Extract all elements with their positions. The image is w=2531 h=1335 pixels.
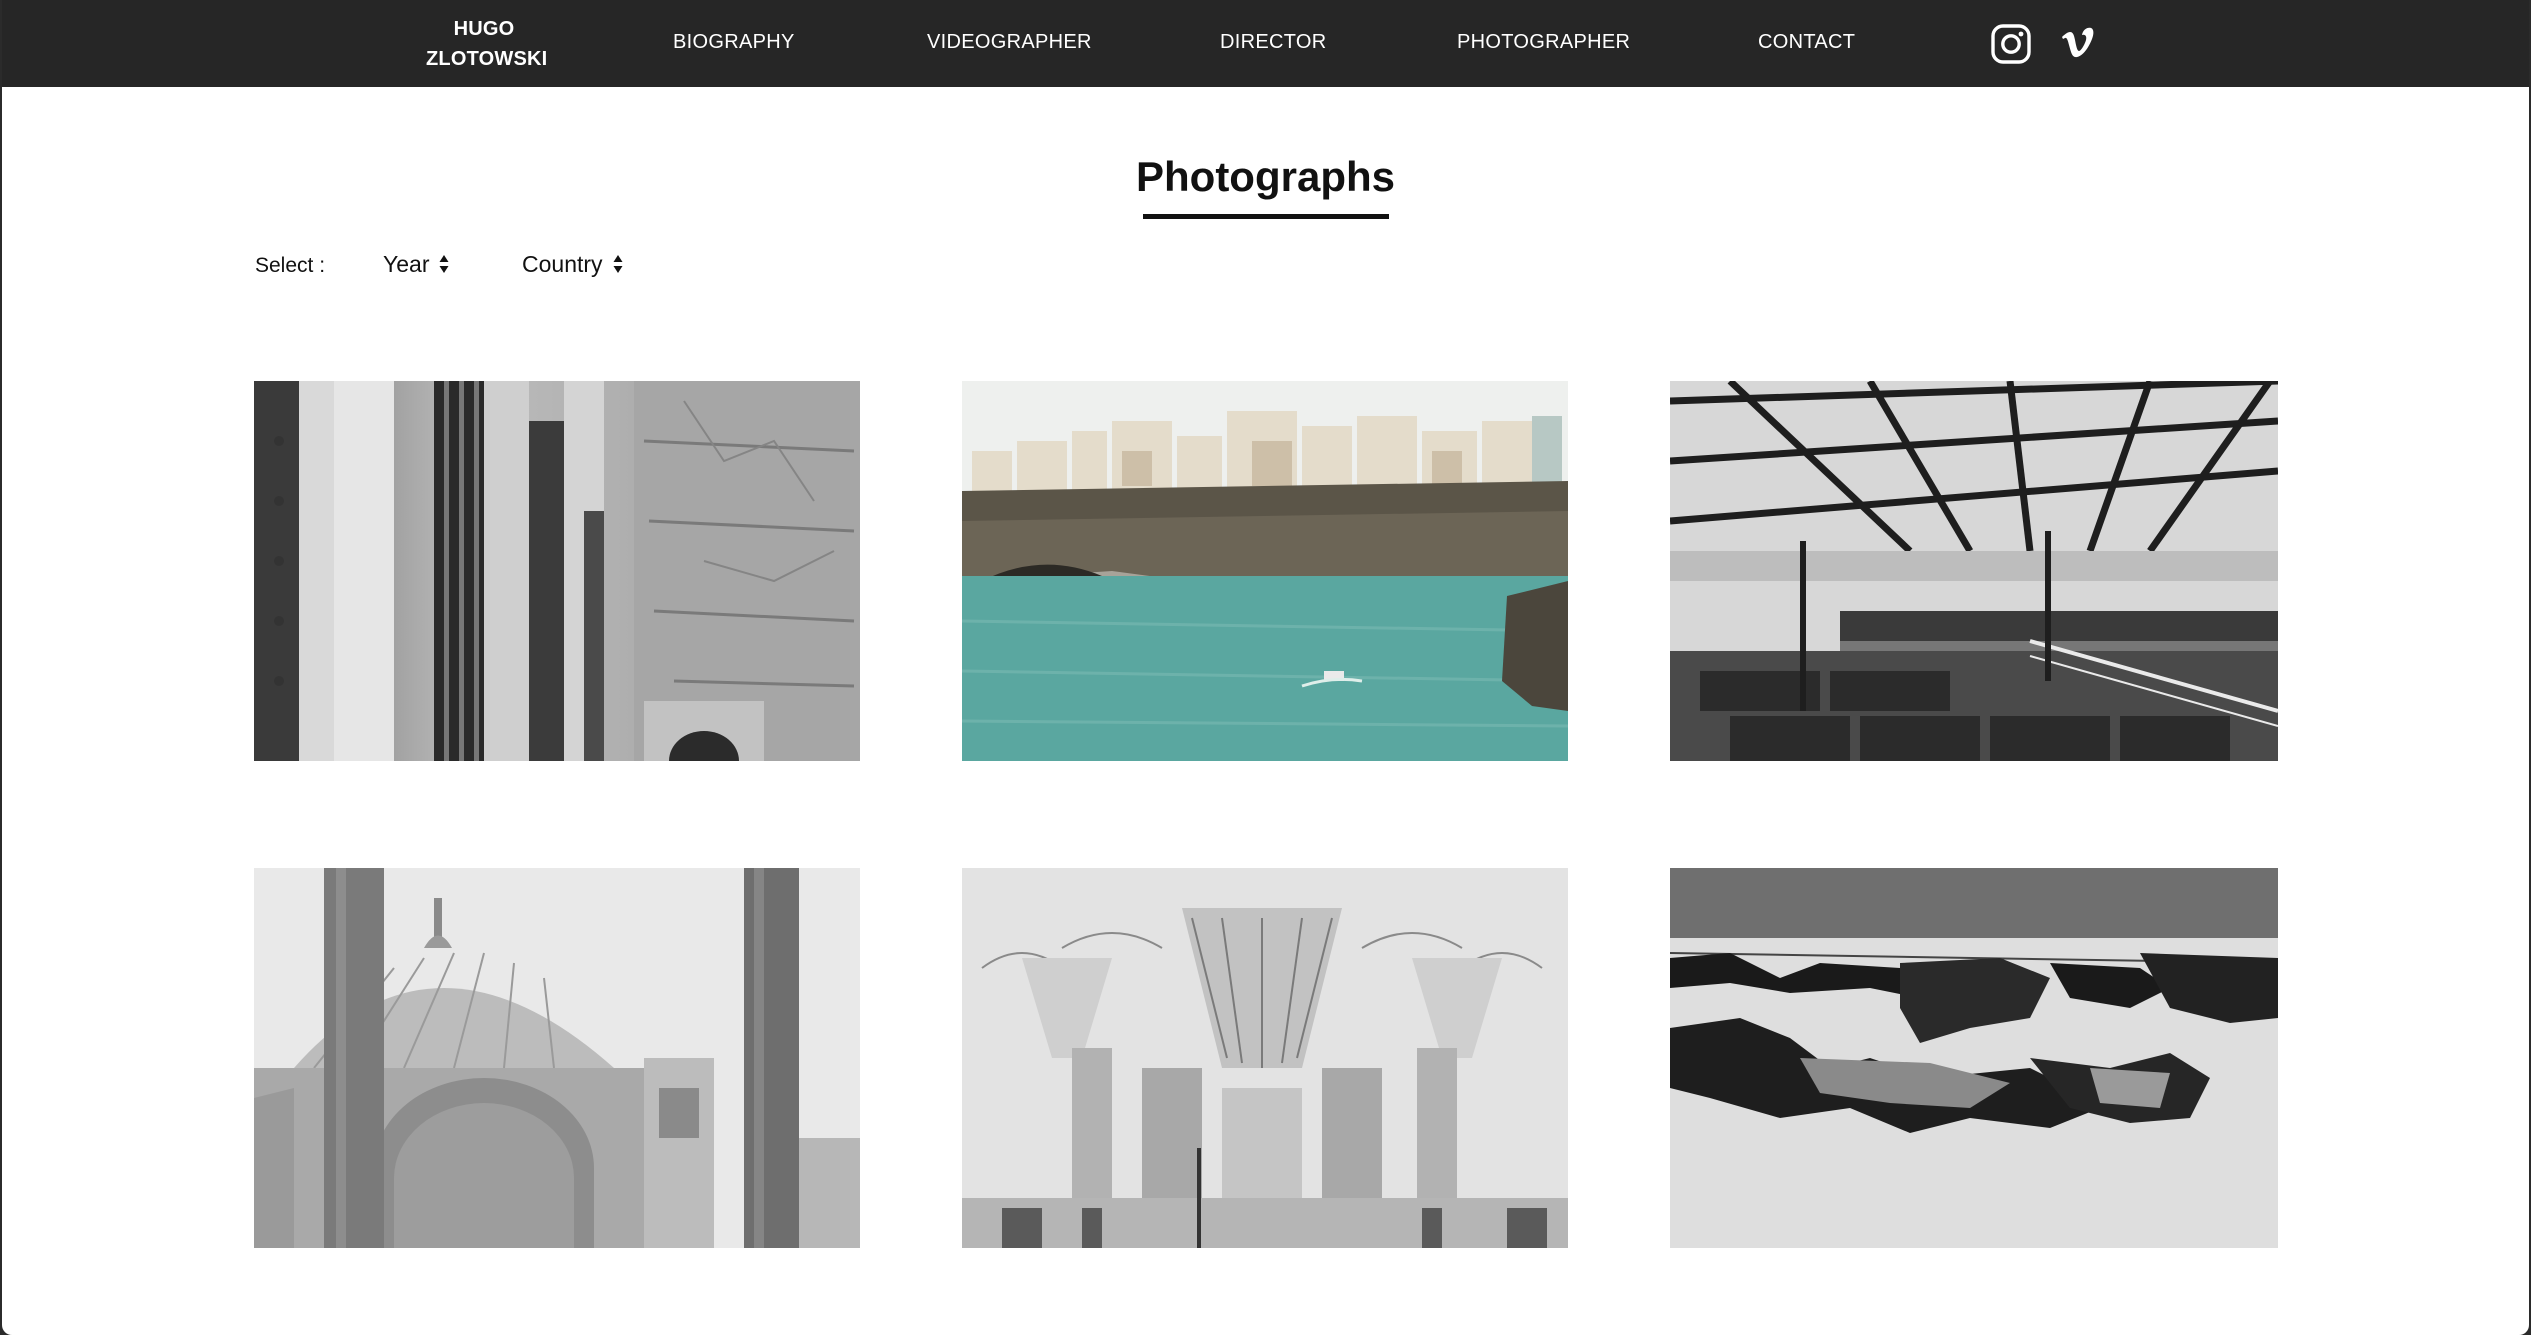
brand-logo-link[interactable]: HUGO ZLOTOWSKI bbox=[426, 14, 548, 74]
photo-ferry-deck[interactable] bbox=[1670, 381, 2278, 761]
title-underline bbox=[1143, 214, 1389, 219]
top-navigation: HUGO ZLOTOWSKI BIOGRAPHY VIDEOGRAPHER DI… bbox=[2, 0, 2529, 87]
photo-building-facade[interactable] bbox=[254, 381, 860, 761]
photo-laundry[interactable] bbox=[1670, 868, 2278, 1248]
page-title: Photographs bbox=[1136, 153, 1395, 200]
photo-chandeliers[interactable] bbox=[962, 868, 1568, 1248]
nav-director[interactable]: DIRECTOR bbox=[1220, 28, 1326, 56]
brand-first-name: HUGO bbox=[453, 18, 515, 40]
nav-contact[interactable]: CONTACT bbox=[1758, 28, 1855, 56]
page-frame: HUGO ZLOTOWSKI BIOGRAPHY VIDEOGRAPHER DI… bbox=[2, 0, 2529, 1335]
brand-last-name: ZLOTOWSKI bbox=[426, 48, 548, 70]
sort-arrows-icon bbox=[439, 254, 449, 274]
country-filter-label: Country bbox=[522, 251, 603, 277]
nav-videographer[interactable]: VIDEOGRAPHER bbox=[927, 28, 1092, 56]
nav-biography[interactable]: BIOGRAPHY bbox=[673, 28, 795, 56]
photo-cliffside-sea[interactable] bbox=[962, 381, 1568, 761]
nav-photographer[interactable]: PHOTOGRAPHER bbox=[1457, 28, 1630, 56]
year-filter-label: Year bbox=[383, 251, 430, 277]
year-filter-select[interactable]: Year bbox=[383, 249, 449, 279]
country-filter-select[interactable]: Country bbox=[522, 249, 623, 279]
instagram-icon[interactable] bbox=[1990, 23, 2032, 65]
filter-label: Select : bbox=[255, 254, 326, 277]
photo-mosque-dome[interactable] bbox=[254, 868, 860, 1248]
sort-arrows-icon bbox=[613, 254, 623, 274]
vimeo-icon[interactable] bbox=[2059, 26, 2095, 62]
